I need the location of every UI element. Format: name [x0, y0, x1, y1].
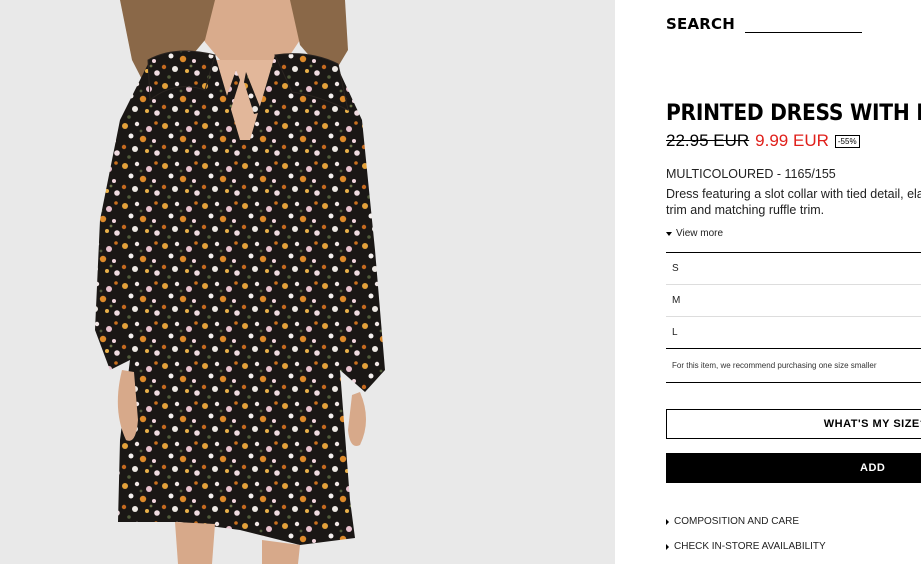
- whats-my-size-button[interactable]: WHAT'S MY SIZE?: [666, 409, 921, 439]
- view-more-label: View more: [676, 228, 724, 239]
- size-option-l[interactable]: L: [666, 317, 921, 349]
- size-label: S: [672, 263, 679, 274]
- composition-care-label: COMPOSITION AND CARE: [674, 516, 800, 527]
- product-image[interactable]: [0, 0, 615, 564]
- product-description: Dress featuring a slot collar with tied …: [666, 187, 921, 217]
- search-label[interactable]: SEARCH: [666, 15, 735, 33]
- caret-down-icon: [666, 231, 672, 236]
- size-label: L: [672, 327, 678, 338]
- size-option-s[interactable]: S: [666, 253, 921, 285]
- add-to-cart-button[interactable]: ADD: [666, 453, 921, 483]
- search-input[interactable]: [744, 18, 862, 33]
- composition-care-link[interactable]: COMPOSITION AND CARE: [666, 516, 799, 527]
- sale-price: 9.99 EUR: [755, 131, 829, 150]
- color-reference: MULTICOLOURED - 1165/155: [666, 167, 836, 181]
- view-more-link[interactable]: View more: [666, 228, 723, 239]
- size-label: M: [672, 295, 681, 306]
- check-store-availability-link[interactable]: CHECK IN-STORE AVAILABILITY: [666, 541, 826, 552]
- check-store-availability-label: CHECK IN-STORE AVAILABILITY: [674, 541, 826, 552]
- price-row: 22.95 EUR 9.99 EUR -55%: [666, 131, 860, 151]
- caret-right-icon: [666, 518, 669, 525]
- size-selector: S M L For this item, we recommend purcha…: [666, 252, 921, 383]
- search-bar[interactable]: SEARCH: [666, 15, 862, 33]
- size-recommendation-note: For this item, we recommend purchasing o…: [666, 349, 921, 383]
- caret-right-icon: [666, 543, 669, 550]
- product-info-panel: SEARCH PRINTED DRESS WITH RUFFLES 22.95 …: [615, 0, 921, 564]
- old-price: 22.95 EUR: [666, 131, 750, 150]
- discount-badge: -55%: [834, 134, 860, 148]
- product-title: PRINTED DRESS WITH RUFFLES: [666, 101, 921, 126]
- size-option-m[interactable]: M: [666, 285, 921, 317]
